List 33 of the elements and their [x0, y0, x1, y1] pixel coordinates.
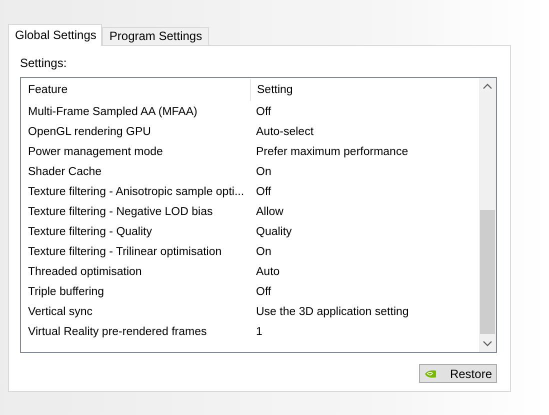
feature-cell-text: Texture filtering - Anisotropic sample opti...: [27, 185, 246, 200]
feature-cell-text: Texture filtering - Trilinear optimisation: [27, 245, 223, 260]
feature-cell-text: Texture filtering - Negative LOD bias: [27, 205, 214, 220]
feature-cell-text: Texture filtering - Quality: [27, 225, 153, 240]
setting-cell-text: Off: [255, 185, 272, 200]
feature-cell-text: OpenGL rendering GPU: [27, 125, 152, 140]
tab[interactable]: Global Settings: [8, 24, 102, 46]
column-header[interactable]: Feature: [21, 79, 251, 101]
setting-cell-text: Off: [255, 285, 272, 300]
setting-cell-text: Off: [255, 105, 272, 120]
setting-cell-text: Use the 3D application setting: [255, 305, 409, 320]
restore-button[interactable]: Restore: [419, 364, 497, 383]
feature-cell-text: Multi-Frame Sampled AA (MFAA): [27, 105, 198, 120]
feature-cell-text: Vertical sync: [27, 305, 94, 320]
setting-cell-text: Auto: [255, 265, 280, 280]
setting-cell-text: 1: [255, 325, 262, 340]
scroll-thumb[interactable]: [480, 210, 495, 334]
feature-cell-text: Threaded optimisation: [27, 265, 143, 280]
scrollbar[interactable]: [479, 78, 496, 352]
feature-cell-text: Shader Cache: [27, 165, 103, 180]
feature-cell-text: Power management mode: [27, 145, 164, 160]
setting-cell-text: On: [255, 165, 272, 180]
feature-cell-text: Virtual Reality pre-rendered frames: [27, 325, 208, 340]
setting-cell-text: Quality: [255, 225, 292, 240]
setting-cell-text: Allow: [255, 205, 284, 220]
column-header[interactable]: Setting: [251, 79, 293, 101]
tab[interactable]: Program Settings: [102, 27, 210, 45]
feature-cell-text: Triple buffering: [27, 285, 106, 300]
setting-cell-text: Auto-select: [255, 125, 314, 140]
setting-cell-text: On: [255, 245, 272, 260]
settings-label: Settings:: [20, 55, 67, 71]
eye-logo-icon: [425, 368, 436, 380]
setting-cell-text: Prefer maximum performance: [255, 145, 408, 160]
